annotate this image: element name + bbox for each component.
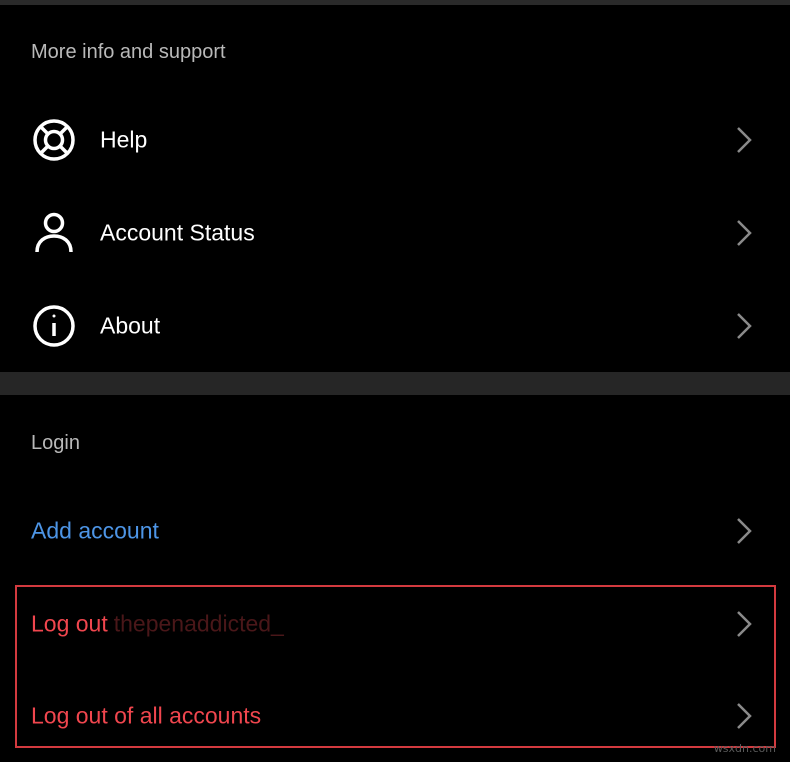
chevron-right-icon [735, 218, 753, 248]
chevron-right-icon [735, 311, 753, 341]
logout-username: thepenaddicted_ [113, 610, 284, 637]
section-divider [0, 372, 790, 395]
chevron-right-icon [735, 516, 753, 546]
logout-prefix: Log out [31, 610, 108, 637]
logout-user-button[interactable]: Log out thepenaddicted_ [0, 578, 790, 670]
chevron-right-icon [735, 701, 753, 731]
menu-item-label: Account Status [100, 219, 255, 246]
person-icon [31, 210, 77, 256]
chevron-right-icon [735, 609, 753, 639]
section-header-login: Login [31, 432, 80, 454]
logout-all-button[interactable]: Log out of all accounts [0, 670, 790, 762]
menu-item-label: About [100, 312, 161, 339]
menu-item-about[interactable]: About [0, 280, 790, 372]
top-strip [0, 0, 790, 5]
section-header-support: More info and support [31, 41, 226, 63]
menu-item-help[interactable]: Help [0, 94, 790, 186]
menu-item-label: Help [100, 126, 148, 153]
lifebuoy-icon [31, 117, 77, 163]
add-account-label: Add account [31, 517, 159, 544]
menu-item-account-status[interactable]: Account Status [0, 187, 790, 279]
add-account-button[interactable]: Add account [0, 485, 790, 577]
logout-all-label: Log out of all accounts [31, 702, 262, 729]
info-icon [31, 303, 77, 349]
watermark: wsxdn.com [713, 742, 776, 755]
chevron-right-icon [735, 125, 753, 155]
logout-user-label: Log out thepenaddicted_ [31, 611, 284, 638]
